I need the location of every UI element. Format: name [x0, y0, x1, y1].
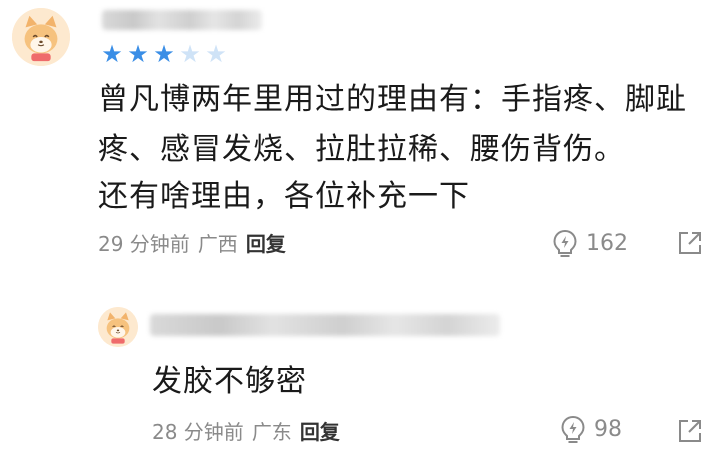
like-count: 98: [594, 417, 622, 442]
username-blurred[interactable]: [102, 10, 262, 30]
star-filled-icon: ★: [127, 40, 149, 68]
reply-button[interactable]: 回复: [300, 420, 340, 444]
username-blurred[interactable]: [150, 314, 500, 336]
like-button[interactable]: 98: [560, 415, 622, 445]
lightbulb-like-icon: [560, 415, 586, 445]
fox-avatar-icon[interactable]: [12, 8, 70, 66]
star-rating: ★ ★ ★ ★ ★: [100, 42, 228, 66]
star-filled-icon: ★: [101, 40, 123, 68]
share-arrow-icon[interactable]: [677, 418, 703, 444]
comment-text-line: 疼、感冒发烧、拉肚拉稀、腰伤背伤。: [98, 132, 625, 167]
share-arrow-icon[interactable]: [677, 230, 703, 256]
comment-text-line: 发胶不够密: [152, 364, 307, 399]
comment-meta: 28 分钟前 广东 回复: [152, 420, 340, 444]
comment-time: 29 分钟前: [98, 232, 190, 256]
comment-text-line: 曾凡博两年里用过的理由有：手指疼、脚趾: [98, 82, 687, 117]
fox-avatar-icon[interactable]: [98, 307, 138, 347]
reply-button[interactable]: 回复: [246, 232, 286, 256]
comment-location: 广西: [197, 232, 238, 256]
like-button[interactable]: 162: [552, 229, 628, 259]
comment-location: 广东: [251, 420, 292, 444]
lightbulb-like-icon: [552, 229, 578, 259]
comment-meta: 29 分钟前 广西 回复: [98, 232, 286, 256]
star-empty-icon: ★: [179, 40, 201, 68]
like-count: 162: [586, 231, 628, 256]
star-empty-icon: ★: [205, 40, 227, 68]
star-filled-icon: ★: [153, 40, 175, 68]
comment-time: 28 分钟前: [152, 420, 244, 444]
comment-text-line: 还有啥理由，各位补充一下: [98, 179, 470, 214]
